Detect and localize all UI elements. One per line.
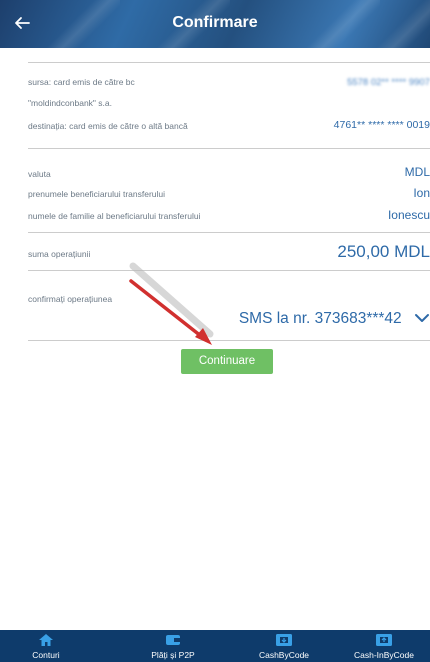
page-title: Confirmare [172,14,258,31]
divider [28,232,430,233]
atm-deposit-icon [338,633,430,649]
divider [28,340,430,341]
currency-value: MDL [404,165,430,179]
nav-label-plati-p2p: Plăți și P2P [151,650,195,660]
app-header: Confirmare [0,0,430,48]
first-name-value: Ion [413,186,430,200]
nav-label-cash-inbycode: Cash-InByCode [353,650,414,660]
nav-label-cashbycode: CashByCode [258,650,310,660]
source-label-line1: sursa: card emis de către bc [28,77,135,87]
first-name-label: prenumele beneficiarului transferului [28,189,166,199]
source-label-line2: "moldindconbank" s.a. [28,98,112,108]
confirmation-method-row[interactable]: confirmați operațiunea SMS la nr. 373683… [28,284,430,340]
nav-label-conturi: Conturi [32,650,60,660]
bottom-nav: Conturi Plăți și P2P CashByCode Cash-InB… [0,630,430,662]
destination-label: destinația: card emis de către o altă ba… [28,121,188,131]
atm-icon [243,633,325,649]
last-name-label: numele de familie al beneficiarului tran… [28,211,201,221]
divider [28,270,430,271]
nav-item-conturi[interactable]: Conturi [0,630,92,662]
source-card-number: 5578 02** **** 9907 [347,77,430,88]
home-icon [0,633,92,649]
amount-label: suma operațiunii [28,249,91,259]
continue-button[interactable]: Continuare [181,349,273,374]
chevron-down-icon[interactable] [414,310,430,328]
confirm-label: confirmați operațiunea [28,294,113,304]
destination-card-value: 4761** **** **** 0019 [333,119,430,131]
nav-item-cash-inbycode[interactable]: Cash-InByCode [338,630,430,662]
nav-item-plati-p2p[interactable]: Plăți și P2P [128,630,218,662]
last-name-value: Ionescu [387,208,430,222]
confirmation-method-select[interactable]: SMS la nr. 373683***42 [239,310,430,328]
wallet-icon [128,633,218,649]
destination-card-number: 4761** **** **** 0019 [334,119,430,131]
confirmation-method-value: SMS la nr. 373683***42 [238,310,402,328]
divider [28,148,430,149]
amount-value: 250,00 MDL [337,242,430,261]
currency-label: valuta [28,169,51,179]
nav-item-cashbycode[interactable]: CashByCode [243,630,325,662]
divider [28,62,430,63]
